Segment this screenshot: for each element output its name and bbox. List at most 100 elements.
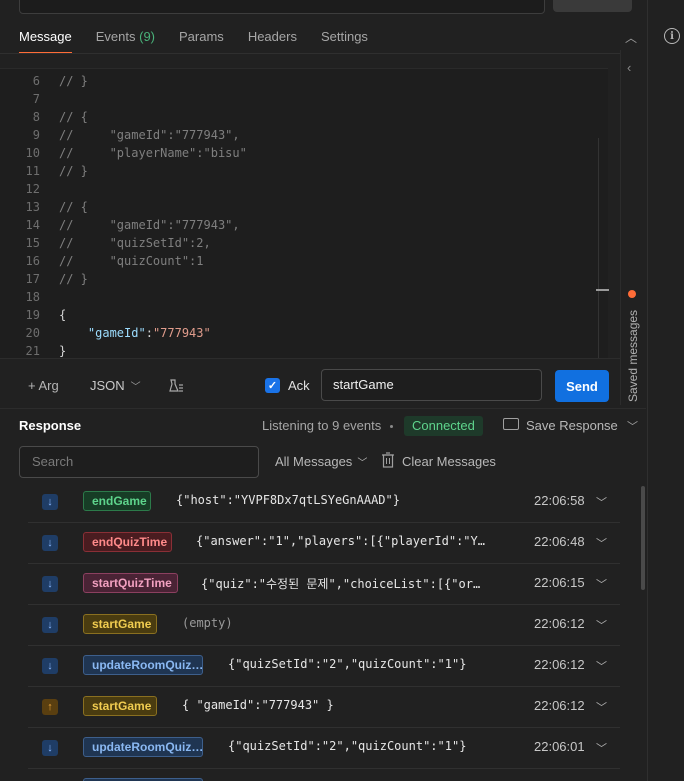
message-row[interactable]: ↓ startQuizTime {"quiz":"수정된 문제","choiceLi… — [28, 563, 620, 605]
trash-icon[interactable] — [381, 452, 395, 471]
message-payload: {"quizSetId":"2","quizCount":"1"} — [228, 657, 467, 671]
right-panel-divider — [647, 0, 648, 781]
event-name-badge: updateRoomQuiz… — [83, 655, 203, 675]
connect-button[interactable] — [553, 0, 632, 12]
editor-scrollbar[interactable] — [598, 138, 599, 358]
message-filter-select[interactable]: All Messages ﹀ — [275, 454, 367, 469]
code-line: 12 — [0, 180, 59, 198]
event-name-badge: updateRoomQuiz… — [83, 737, 203, 757]
message-list: ↓ endGame {"host":"YVPF8Dx7qtLSYeGnAAAD"} 2… — [0, 481, 620, 781]
arrow-down-icon: ↓ — [42, 535, 58, 551]
save-response-icon[interactable] — [503, 418, 519, 430]
expand-chevron-down-icon[interactable]: ﹀ — [596, 535, 607, 551]
code-text: // { — [59, 110, 88, 124]
event-name-badge: startGame — [83, 614, 157, 634]
expand-chevron-down-icon[interactable]: ﹀ — [596, 740, 607, 756]
message-row[interactable]: ↓ endGame {"host":"YVPF8Dx7qtLSYeGnAAAD"} 2… — [28, 481, 620, 523]
add-arg-button[interactable]: + Arg — [28, 378, 59, 393]
message-payload: {"host":"YVPF8Dx7qtLSYeGnAAAD"} — [176, 493, 400, 507]
event-name-badge: endQuizTime — [83, 532, 172, 552]
line-number: 13 — [25, 200, 40, 214]
clear-messages-button[interactable]: Clear Messages — [402, 454, 496, 469]
code-text: { — [59, 308, 67, 322]
save-response-button[interactable]: Save Response — [526, 418, 618, 433]
event-name-badge: startQuizTime — [83, 573, 178, 593]
arrow-down-icon: ↓ — [42, 617, 58, 633]
message-payload: (empty) — [182, 616, 233, 630]
url-input[interactable] — [19, 0, 545, 14]
message-search-input[interactable]: Search — [19, 446, 259, 478]
code-line: 9 // "gameId":"777943", — [0, 126, 240, 144]
expand-chevron-down-icon[interactable]: ﹀ — [596, 576, 607, 592]
response-chevron-down-icon[interactable]: ﹀ — [627, 418, 638, 434]
line-number: 8 — [32, 110, 40, 124]
expand-chevron-down-icon[interactable]: ﹀ — [596, 617, 607, 633]
message-filter-label: All Messages — [275, 454, 353, 469]
tab-label: Message — [19, 29, 72, 44]
tab-params[interactable]: Params — [179, 22, 224, 52]
arrow-down-icon: ↓ — [42, 740, 58, 756]
event-name-input[interactable]: startGame — [321, 369, 542, 401]
collapse-chevron-up-icon[interactable]: ︿ — [625, 29, 637, 46]
message-row[interactable]: ↓ — [28, 768, 620, 781]
chevron-left-icon[interactable]: ‹ — [627, 60, 631, 75]
ack-checkbox[interactable]: ✓ — [265, 378, 280, 393]
message-payload: {"quiz":"수정된 문제","choiceList":[{"or… — [201, 577, 481, 591]
message-row[interactable]: ↓ updateRoomQuiz… {"quizSetId":"2","quizCo… — [28, 645, 620, 687]
tabs-divider — [0, 53, 620, 54]
code-text: // } — [59, 164, 88, 178]
code-line: 6 // } — [0, 72, 88, 90]
message-editor[interactable]: 6 // } 7 8 // {9 // "gameId":"777943", 10 // "p… — [0, 68, 608, 359]
message-payload: {"quizSetId":"2","quizCount":"1"} — [228, 739, 467, 753]
response-divider — [0, 408, 646, 409]
info-icon[interactable]: i — [664, 28, 680, 44]
line-number: 21 — [25, 344, 40, 358]
code-line: 7 — [0, 90, 59, 108]
line-number: 18 — [25, 290, 40, 304]
line-number: 14 — [25, 218, 40, 232]
expand-chevron-down-icon[interactable]: ﹀ — [596, 658, 607, 674]
message-row[interactable]: ↓ startGame (empty) 22:06:12 ﹀ — [28, 604, 620, 646]
code-text: } — [59, 344, 67, 358]
expand-chevron-down-icon[interactable]: ﹀ — [596, 699, 607, 715]
line-number: 20 — [25, 326, 40, 340]
tab-count-badge: (9) — [139, 29, 156, 44]
code-line: 21} — [0, 342, 67, 359]
tab-headers[interactable]: Headers — [248, 22, 297, 52]
code-line: 11 // } — [0, 162, 88, 180]
connection-status-badge: Connected — [404, 416, 483, 436]
code-text: // } — [59, 74, 88, 88]
message-list-scrollbar[interactable] — [641, 486, 645, 590]
tab-events[interactable]: Events (9) — [96, 22, 155, 52]
message-timestamp: 22:06:01 — [534, 739, 585, 754]
code-line: 15 // "quizSetId":2, — [0, 234, 211, 252]
message-timestamp: 22:06:12 — [534, 616, 585, 631]
code-line: 18 — [0, 288, 59, 306]
separator-dot — [390, 425, 393, 428]
tab-message[interactable]: Message — [19, 22, 72, 54]
beautify-icon[interactable] — [168, 378, 184, 397]
saved-messages-tab[interactable]: Saved messages — [626, 302, 640, 402]
send-button[interactable]: Send — [555, 370, 609, 402]
message-timestamp: 22:06:58 — [534, 493, 585, 508]
message-payload: { "gameId":"777943" } — [182, 698, 334, 712]
message-row[interactable]: ↓ updateRoomQuiz… {"quizSetId":"2","quizCo… — [28, 727, 620, 769]
line-number: 9 — [32, 128, 40, 142]
message-row[interactable]: ↑ startGame { "gameId":"777943" } 22:06:12 ﹀ — [28, 686, 620, 728]
format-select[interactable]: JSON ﹀ — [90, 378, 141, 393]
message-payload: {"answer":"1","players":[{"playerId":"Y… — [196, 534, 485, 548]
message-row[interactable]: ↓ endQuizTime {"answer":"1","players":[{"p… — [28, 522, 620, 564]
code-text: // "quizSetId":2, — [59, 236, 211, 250]
code-text: // "gameId":"777943", — [59, 218, 240, 232]
code-text: // } — [59, 272, 88, 286]
tab-settings[interactable]: Settings — [321, 22, 368, 52]
expand-chevron-down-icon[interactable]: ﹀ — [596, 494, 607, 510]
code-text: // "playerName":"bisu" — [59, 146, 247, 160]
tab-label: Params — [179, 29, 224, 44]
tab-label: Settings — [320, 29, 368, 44]
editor-rail-divider — [620, 50, 621, 405]
message-timestamp: 22:06:12 — [534, 698, 585, 713]
arrow-down-icon: ↓ — [42, 658, 58, 674]
line-number: 17 — [25, 272, 40, 286]
listening-status: Listening to 9 events — [262, 418, 382, 433]
